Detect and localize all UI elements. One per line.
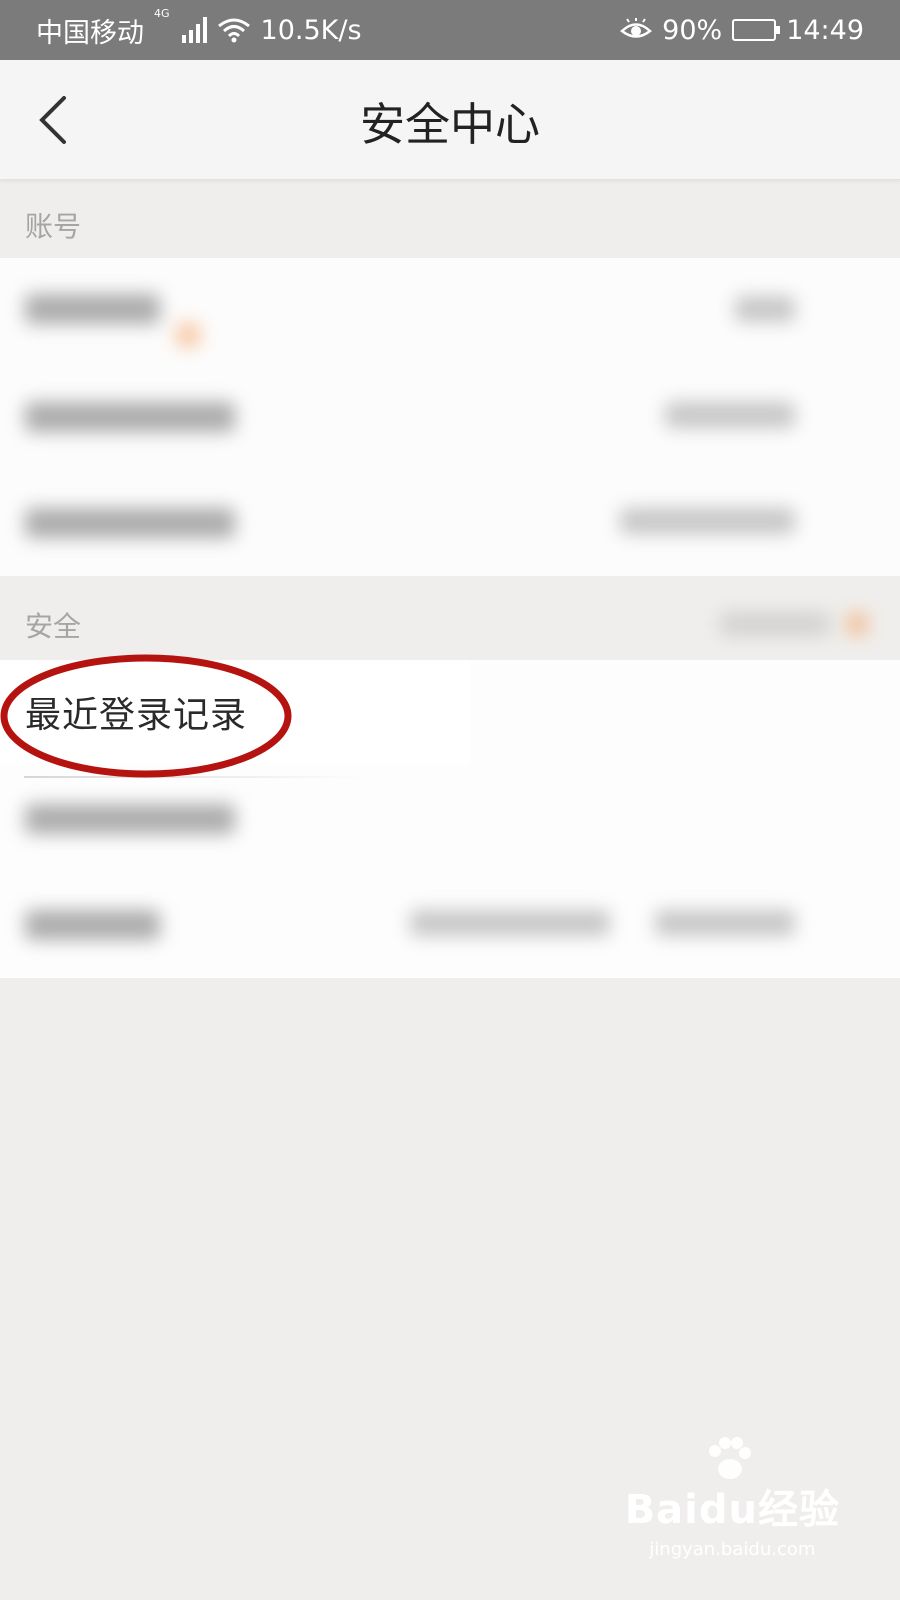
watermark: Baidu经验 jingyan.baidu.com: [624, 1437, 840, 1560]
wifi-icon: [217, 18, 250, 43]
security-item-3[interactable]: [0, 872, 900, 978]
battery-icon: [732, 19, 781, 41]
recent-login-records-label: 最近登录记录: [25, 695, 248, 736]
signal-icon: [181, 17, 207, 43]
blurred-content: [25, 470, 875, 576]
status-left: 中国移动 4G 10.5K/s: [36, 7, 362, 50]
carrier-name: 中国移动: [36, 17, 144, 49]
account-item-2[interactable]: [0, 364, 900, 470]
section-label-account: 账号: [25, 210, 82, 243]
account-item-3[interactable]: [0, 470, 900, 576]
blurred-dot: [845, 612, 869, 636]
recent-login-records-item[interactable]: 最近登录记录: [0, 660, 470, 764]
network-speed: 10.5K/s: [260, 14, 362, 46]
list-divider: [24, 776, 364, 778]
watermark-url: jingyan.baidu.com: [649, 1539, 816, 1560]
page-title: 安全中心: [359, 97, 540, 151]
section-label-security: 安全: [25, 610, 82, 643]
blurred-content: [25, 766, 875, 872]
blurred-content: [25, 258, 875, 364]
eye-icon: [620, 18, 653, 38]
battery-percent: 90%: [662, 14, 723, 46]
nav-header: 安全中心: [0, 60, 900, 180]
account-item-1[interactable]: [0, 258, 900, 364]
clock: 14:49: [786, 14, 864, 46]
account-list: [0, 258, 900, 576]
watermark-brand: Baidu经验: [624, 1487, 840, 1533]
blurred-badge: [720, 612, 830, 636]
network-type: 4G: [154, 6, 170, 20]
status-bar: 中国移动 4G 10.5K/s 90% 14:49: [0, 0, 900, 60]
status-right: 90% 14:49: [620, 15, 864, 46]
security-item-2[interactable]: [0, 766, 900, 872]
blurred-content: [25, 364, 875, 470]
blurred-content: [25, 872, 875, 978]
paw-icon: [708, 1437, 751, 1479]
